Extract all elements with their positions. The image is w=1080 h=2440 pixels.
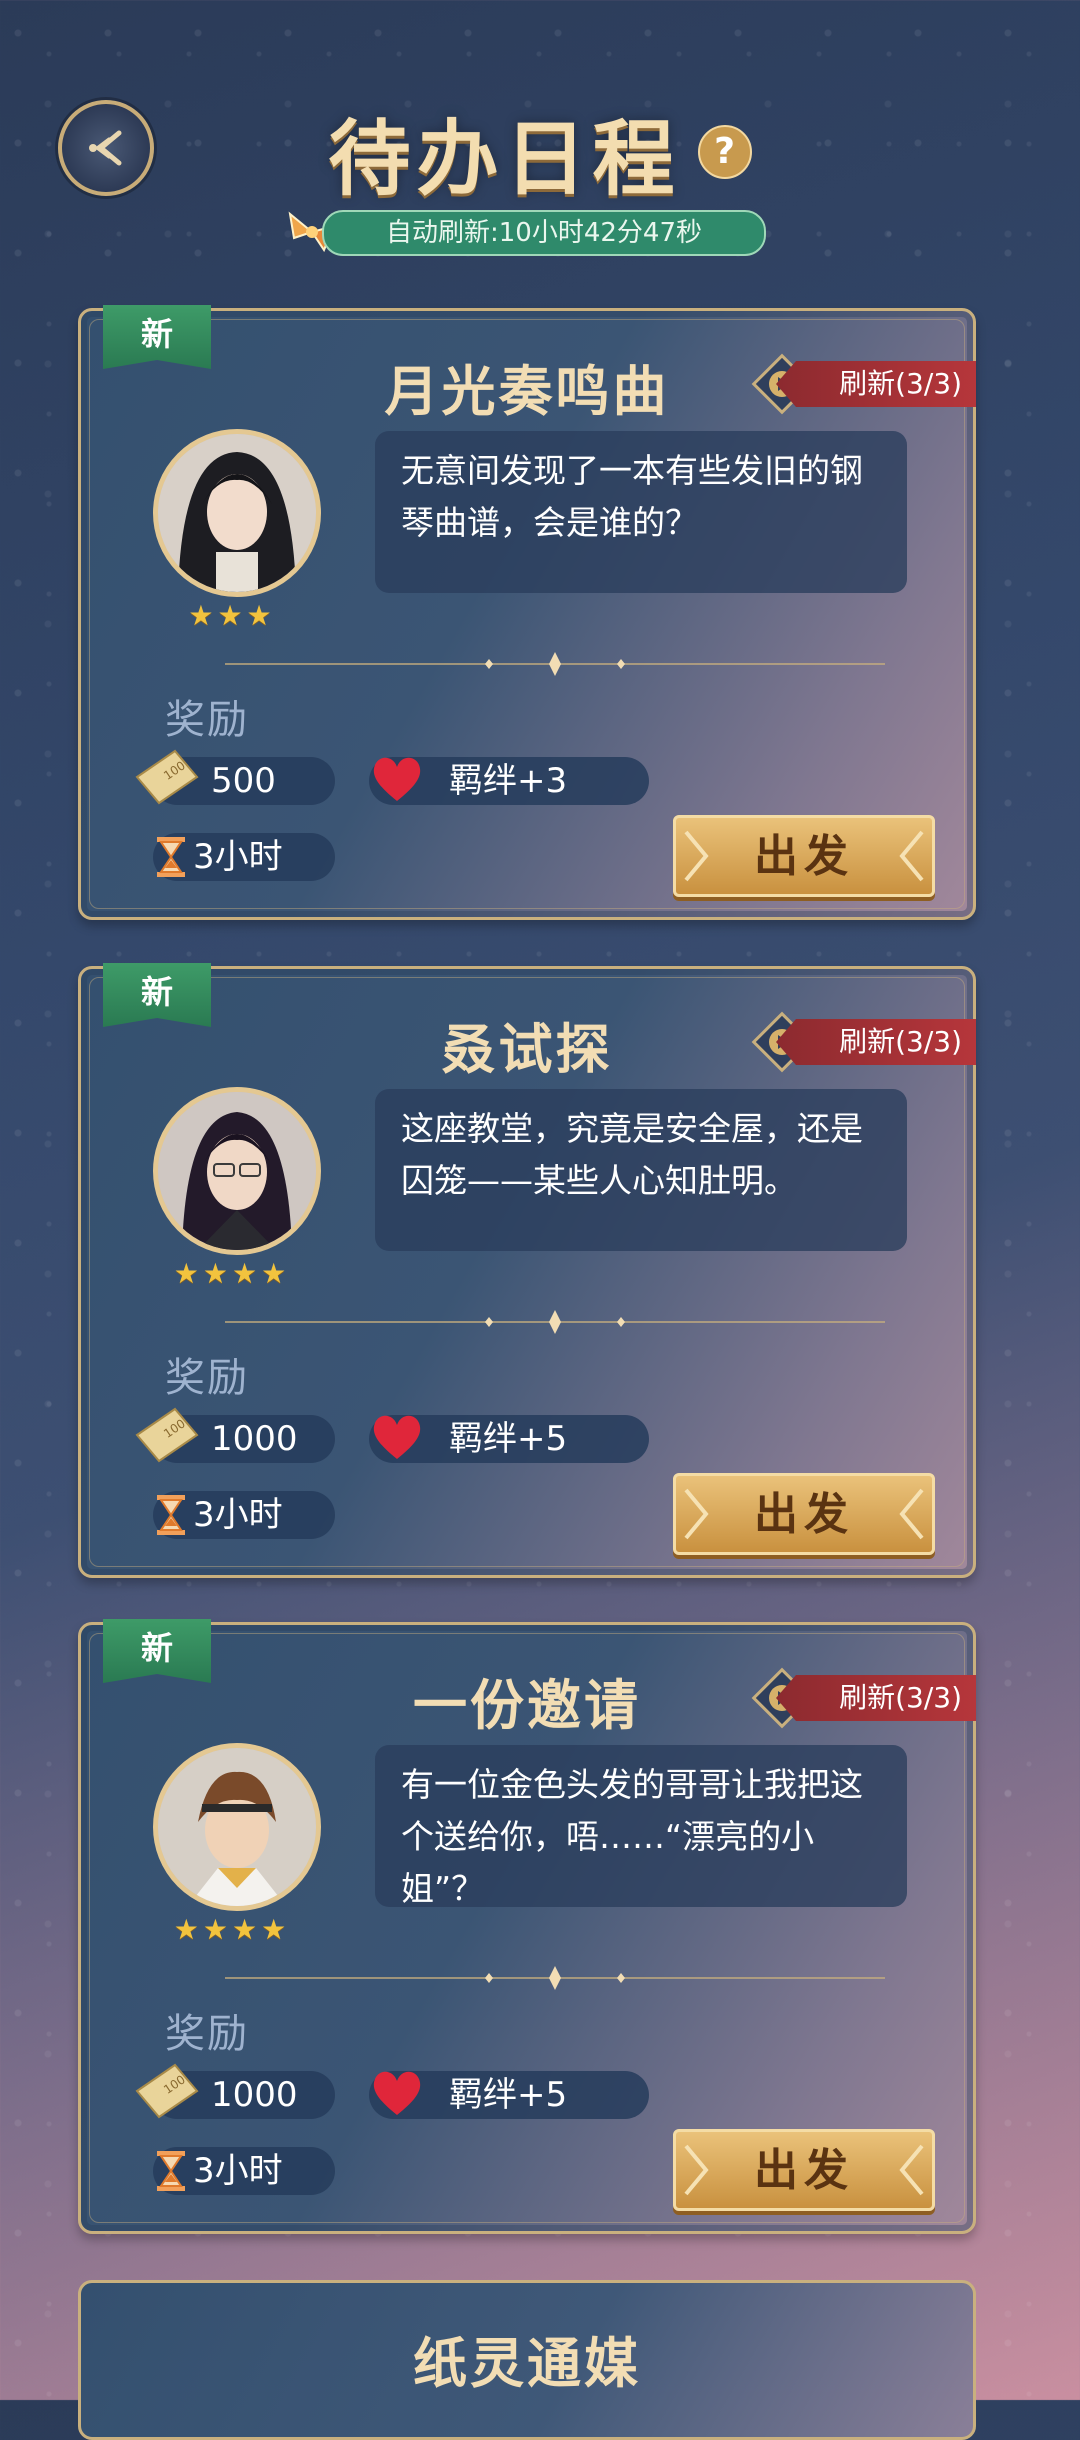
card-description: 这座教堂，究竟是安全屋，还是囚笼——某些人心知肚明。 [375,1089,907,1251]
duration: 3小时 [153,1491,335,1539]
reward-label: 奖励 [165,2011,249,2057]
rating-stars: ★★★★ [173,1257,291,1290]
page-title: 待办日程 [328,112,681,207]
bond-value: 羁绊+5 [449,1419,568,1459]
avatar [153,1087,321,1255]
money-value: 1000 [211,1419,298,1459]
duration: 3小时 [153,833,335,881]
refresh-button[interactable]: 刷新(3/3) [776,361,976,407]
heart-icon [373,757,421,801]
schedule-card-partial: 纸灵通媒 [78,2280,976,2440]
chevron-right-icon [684,1488,709,1540]
hourglass-icon [157,837,185,877]
money-reward: 100 1000 [135,2063,335,2119]
bond-reward: 羁绊+5 [369,2071,649,2119]
money-reward: 100 500 [135,749,335,805]
divider [225,1966,885,1990]
money-reward: 100 1000 [135,1407,335,1463]
ticket-icon: 100 [135,2063,199,2119]
refresh-button[interactable]: 刷新(3/3) [776,1019,976,1065]
duration: 3小时 [153,2147,335,2195]
chevron-left-icon [899,830,924,882]
schedule-card: 新 叒试探 刷新(3/3) ★★★★ 这座教堂，究竟是安全屋，还是囚笼——某些人… [78,963,976,1578]
chevron-right-icon [684,2144,709,2196]
duration-value: 3小时 [193,837,283,877]
header: 待办日程 ? 自动刷新:10小时42分47秒 [0,0,1080,260]
go-button[interactable]: 出发 [673,1473,935,1555]
bond-reward: 羁绊+3 [369,757,649,805]
schedule-card: 新 月光奏鸣曲 刷新(3/3) ★★★ 无意间发现了一本有些发旧的钢琴曲谱，会是… [78,305,976,920]
go-button[interactable]: 出发 [673,2129,935,2211]
rating-stars: ★★★ [188,599,276,632]
reward-label: 奖励 [165,697,249,743]
duration-value: 3小时 [193,1495,283,1535]
card-description: 有一位金色头发的哥哥让我把这个送给你，唔……“漂亮的小姐”？ [375,1745,907,1908]
divider [225,1310,885,1334]
money-value: 1000 [211,2075,298,2115]
card-description: 无意间发现了一本有些发旧的钢琴曲谱，会是谁的？ [375,431,907,593]
auto-refresh-timer: 自动刷新:10小时42分47秒 [322,210,766,256]
heart-icon [373,2071,421,2115]
avatar [153,1743,321,1911]
heart-icon [373,1415,421,1459]
avatar [153,429,321,597]
divider [225,652,885,676]
rating-stars: ★★★★ [173,1913,291,1946]
hourglass-icon [157,2151,185,2191]
ticket-icon: 100 [135,1407,199,1463]
ticket-icon: 100 [135,749,199,805]
chevron-left-icon [899,2144,924,2196]
chevron-left-icon [899,1488,924,1540]
refresh-button[interactable]: 刷新(3/3) [776,1675,976,1721]
card-title: 纸灵通媒 [413,2332,641,2395]
bond-reward: 羁绊+5 [369,1415,649,1463]
schedule-card: 新 一份邀请 刷新(3/3) ★★★★ 有一位金色头发的哥哥让我把这个送给你，唔… [78,1619,976,2234]
hourglass-icon [157,1495,185,1535]
question-icon[interactable]: ? [697,124,752,179]
bond-value: 羁绊+5 [449,2075,568,2115]
bond-value: 羁绊+3 [449,761,568,801]
go-button[interactable]: 出发 [673,815,935,897]
duration-value: 3小时 [193,2151,283,2191]
money-value: 500 [211,761,276,801]
chevron-right-icon [684,830,709,882]
reward-label: 奖励 [165,1355,249,1401]
